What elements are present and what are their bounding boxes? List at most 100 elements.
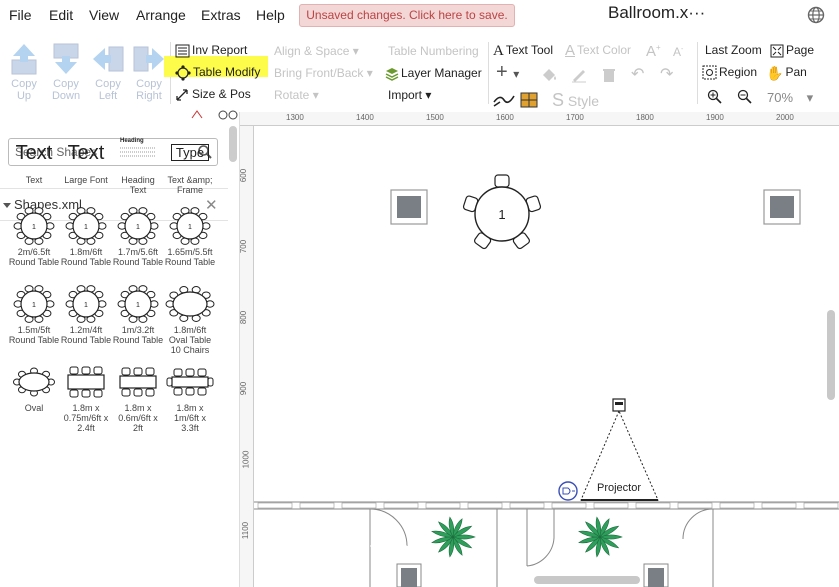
import-button[interactable]: Import ▾ [388, 87, 431, 103]
shape-label: Large Font [64, 175, 108, 185]
align-space-button[interactable]: Align & Space ▾ [274, 43, 359, 59]
ruler-tick-label: 1400 [356, 113, 374, 122]
window-segment [257, 502, 293, 509]
chair[interactable] [494, 174, 510, 188]
region-zoom-button[interactable]: Region [702, 64, 757, 80]
shapes-panel: Shapes.xml ✕ TextTextTextLarge FontHeadi… [0, 110, 240, 587]
decrease-font-button[interactable]: A- [673, 42, 683, 60]
ruler-tick-label: 600 [239, 168, 249, 183]
shape-item[interactable]: 1.8m/6ft Oval Table 10 Chairs [164, 284, 216, 355]
line-color-button[interactable] [570, 67, 588, 87]
bring-front-back-button[interactable]: Bring Front/Back ▾ [274, 65, 373, 81]
copy-left-button[interactable]: Copy Left [88, 42, 128, 102]
menu-view[interactable]: View [89, 7, 119, 23]
pillar[interactable] [763, 189, 801, 225]
projector[interactable]: Projector [580, 398, 659, 501]
shape-label: 1.8m/6ft Round Table [60, 247, 112, 267]
size-pos-button[interactable]: Size & Pos [175, 86, 251, 102]
plant[interactable] [578, 516, 623, 558]
unsaved-changes-button[interactable]: Unsaved changes. Click here to save. [299, 4, 515, 27]
shape-label: Heading Text [121, 175, 155, 195]
shape-thumbnail: 1 [8, 284, 60, 324]
horizontal-scrollbar[interactable] [534, 576, 640, 584]
zoom-out-button[interactable] [737, 89, 752, 108]
shape-item[interactable]: Text Large Font [60, 134, 112, 185]
delete-button[interactable] [601, 67, 617, 87]
shape-item[interactable]: Heading Heading Text [112, 134, 164, 195]
dropdown-arrow-icon: ▾ [425, 88, 432, 102]
menu-extras[interactable]: Extras [201, 7, 241, 23]
fill-color-button[interactable] [540, 67, 558, 87]
text-tool-button[interactable]: A Text Tool [493, 42, 553, 59]
redo-button[interactable]: ↷ [660, 67, 673, 83]
increase-font-button[interactable]: A+ [646, 40, 661, 60]
style-button[interactable]: S Style [552, 91, 599, 109]
shape-item[interactable]: Text Text [8, 134, 60, 185]
zoom-in-icon [707, 89, 722, 104]
shape-item[interactable]: 1 2m/6.5ft Round Table [8, 206, 60, 267]
copy-down-button[interactable]: Copy Down [46, 42, 86, 102]
copy-up-button[interactable]: Copy Up [4, 42, 44, 102]
zoom-in-button[interactable] [707, 89, 722, 108]
zoom-level-select[interactable]: 70% ▾ [767, 90, 813, 106]
shape-item[interactable]: 1.8m x 1m/6ft x 3.3ft [164, 362, 216, 433]
toolbar-separator [697, 42, 698, 104]
shape-item[interactable]: 1 1.8m/6ft Round Table [60, 206, 112, 267]
shape-item[interactable]: Oval [8, 362, 60, 413]
floor-plan-button[interactable] [520, 92, 538, 112]
document-title[interactable]: Ballroom.x··· [608, 3, 705, 23]
shape-item[interactable]: Type Text &amp; Frame [164, 134, 216, 195]
round-table[interactable]: 1 [462, 174, 542, 250]
power-outlet[interactable] [558, 481, 578, 501]
ruler-tick-label: 700 [239, 239, 249, 254]
copy-left-label-1: Copy [95, 78, 121, 90]
shape-item[interactable]: 1 1.7m/5.6ft Round Table [112, 206, 164, 267]
pillar-fill [401, 568, 417, 587]
svg-text:1: 1 [136, 224, 140, 231]
panel-scrollbar[interactable] [229, 126, 237, 162]
table-shape-icon [166, 368, 214, 396]
menu-edit[interactable]: Edit [49, 7, 73, 23]
table-numbering-label: Table Numbering [388, 44, 479, 58]
shape-item[interactable]: 1 1m/3.2ft Round Table [112, 284, 164, 345]
layer-manager-button[interactable]: Layer Manager [385, 65, 482, 81]
menu-arrange[interactable]: Arrange [136, 7, 186, 23]
shape-item[interactable]: 1.8m x 0.75m/6ft x 2.4ft [60, 362, 112, 433]
shape-thumbnail: 1 [112, 206, 164, 246]
menu-file[interactable]: File [9, 7, 32, 23]
undo-button[interactable]: ↶ [631, 67, 644, 83]
shape-item[interactable]: 1.8m x 0.6m/6ft x 2ft [112, 362, 164, 433]
pan-button[interactable]: ✋ Pan [766, 64, 807, 81]
window-segment [551, 502, 587, 509]
shape-label: 1.8m x 1m/6ft x 3.3ft [173, 403, 206, 433]
last-zoom-button[interactable]: Last Zoom [705, 42, 762, 58]
pdf-icon[interactable] [190, 110, 204, 120]
table-numbering-button[interactable]: Table Numbering [388, 43, 479, 59]
table-shape-icon: 1 [13, 207, 55, 245]
draw-line-button[interactable] [492, 92, 516, 112]
copy-right-button[interactable]: Copy Right [129, 42, 169, 102]
menu-help[interactable]: Help [256, 7, 285, 23]
vertical-scrollbar[interactable] [827, 310, 835, 400]
drawing-canvas[interactable]: 1 Projector [254, 126, 839, 587]
plant[interactable] [431, 516, 476, 558]
wall[interactable] [254, 501, 839, 510]
insert-button[interactable]: + ▾ [496, 62, 519, 82]
shape-item[interactable]: 1 1.2m/4ft Round Table [60, 284, 112, 345]
rotate-button[interactable]: Rotate ▾ [274, 87, 319, 103]
shape-thumbnail [164, 284, 216, 324]
page-zoom-button[interactable]: Page [770, 42, 814, 58]
table-shape-icon: 1 [65, 285, 107, 323]
last-zoom-label: Last Zoom [705, 43, 762, 57]
globe-icon[interactable] [807, 6, 825, 24]
text-color-button[interactable]: A Text Color [565, 42, 631, 59]
pillar[interactable] [390, 189, 428, 225]
shape-item[interactable]: 1 1.65m/5.5ft Round Table [164, 206, 216, 267]
pillar-fill [648, 568, 664, 587]
inv-report-button[interactable]: Inv Report [175, 42, 247, 58]
svg-text:1: 1 [32, 302, 36, 309]
table-modify-button[interactable]: Table Modify [175, 64, 260, 81]
door[interactable] [682, 508, 714, 587]
glasses-icon[interactable] [218, 110, 240, 120]
shape-item[interactable]: 1 1.5m/5ft Round Table [8, 284, 60, 345]
